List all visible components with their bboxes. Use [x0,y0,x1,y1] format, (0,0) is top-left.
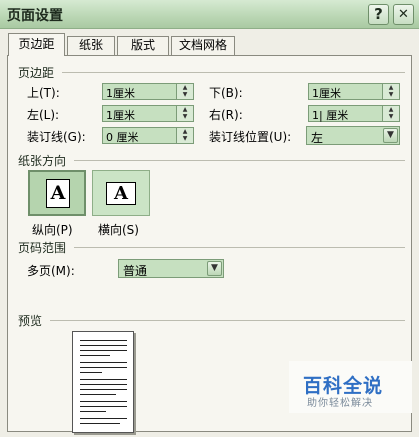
preview-text-line [80,340,127,341]
landscape-page-icon: A [106,182,136,205]
left-margin-label: 左(L): [27,108,60,122]
preview-text-line [80,384,127,385]
top-margin-value: 1厘米 [106,87,135,100]
preview-text-line [80,355,110,356]
top-margin-label: 上(T): [27,86,60,100]
preview-text-line [80,418,127,419]
preview-page [72,331,134,433]
spin-up-icon[interactable]: ▲ [177,106,193,113]
spin-up-icon[interactable]: ▲ [383,106,399,113]
tab-margins[interactable]: 页边距 [8,33,65,56]
title-bar: 页面设置 ? ✕ [0,0,419,29]
preview-text-line [80,423,120,424]
right-margin-value: 1| 厘米 [312,109,349,122]
gutter-position-label: 装订线位置(U): [209,130,292,144]
left-margin-value: 1厘米 [106,109,135,122]
spin-down-icon[interactable]: ▼ [383,113,399,120]
help-button[interactable]: ? [368,4,389,25]
gutter-position-select[interactable]: 左 ▼ [306,126,400,145]
spin-down-icon[interactable]: ▼ [177,135,193,142]
landscape-label: 横向(S) [98,223,139,237]
spin-down-icon[interactable]: ▼ [177,113,193,120]
preview-text-line [80,394,116,395]
spin-down-icon[interactable]: ▼ [177,91,193,98]
preview-text-line [80,406,127,407]
portrait-page-icon: A [46,179,70,208]
gutter-position-value: 左 [311,131,324,145]
right-margin-label: 右(R): [209,108,243,122]
preview-text-line [80,389,127,390]
preview-text-line [80,401,127,402]
multiple-pages-select[interactable]: 普通 ▼ [118,259,224,278]
margins-section-label: 页边距 [18,66,55,80]
gutter-value: 0 厘米 [106,131,139,144]
section-divider [74,247,405,248]
preview-text-line [80,372,102,373]
preview-text-line [80,362,127,363]
dropdown-arrow-icon[interactable]: ▼ [383,128,398,143]
preview-text-line [80,367,127,368]
preview-text-line [80,411,106,412]
gutter-spinner[interactable]: 0 厘米 ▲ ▼ [102,127,194,144]
bottom-margin-label: 下(B): [209,86,243,100]
right-margin-spinner[interactable]: 1| 厘米 ▲ ▼ [308,105,400,122]
preview-section-label: 预览 [18,314,43,328]
left-margin-spinner[interactable]: 1厘米 ▲ ▼ [102,105,194,122]
multiple-pages-label: 多页(M): [27,264,75,278]
preview-text-line [80,350,127,351]
close-icon: ✕ [398,7,409,22]
spin-up-icon[interactable]: ▲ [177,128,193,135]
tab-paper[interactable]: 纸张 [67,36,115,55]
bottom-margin-spinner[interactable]: 1厘米 ▲ ▼ [308,83,400,100]
preview-text-line [80,379,127,380]
orientation-section-label: 纸张方向 [18,154,67,168]
help-icon: ? [374,5,383,23]
spin-down-icon[interactable]: ▼ [383,91,399,98]
spin-up-icon[interactable]: ▲ [383,84,399,91]
section-divider [74,160,405,161]
gutter-label: 装订线(G): [27,130,86,144]
section-divider [50,320,405,321]
portrait-label: 纵向(P) [32,223,73,237]
multiple-pages-value: 普通 [123,264,148,278]
bottom-margin-value: 1厘米 [312,87,341,100]
landscape-button[interactable]: A [92,170,150,216]
spin-up-icon[interactable]: ▲ [177,84,193,91]
window-title: 页面设置 [7,8,63,24]
tab-document-grid[interactable]: 文档网格 [171,36,235,55]
preview-text-line [80,345,127,346]
close-button[interactable]: ✕ [393,4,414,25]
top-margin-spinner[interactable]: 1厘米 ▲ ▼ [102,83,194,100]
pages-section-label: 页码范围 [18,241,67,255]
dropdown-arrow-icon[interactable]: ▼ [207,261,222,276]
watermark-logo: 百科全说 助你轻松解决 [289,361,412,413]
watermark-subtitle: 助你轻松解决 [307,398,373,409]
portrait-button[interactable]: A [28,170,86,216]
tab-layout[interactable]: 版式 [117,36,169,55]
section-divider [62,72,405,73]
